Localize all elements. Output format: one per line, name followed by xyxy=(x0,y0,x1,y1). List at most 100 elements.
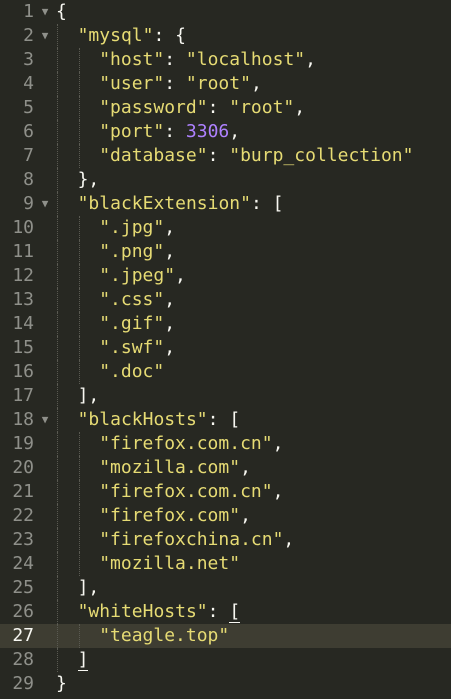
fold-arrow-icon[interactable]: ▼ xyxy=(39,408,51,432)
indent-guide xyxy=(57,240,58,264)
string-token: ".jpg" xyxy=(99,217,165,238)
punctuation-token: , xyxy=(305,49,316,70)
code-editor[interactable]: 1 ▼{2 ▼ "mysql": {3 "host": "localhost", 4 "us… xyxy=(0,0,451,699)
indent-guide xyxy=(57,456,58,480)
indent-guide xyxy=(78,528,80,552)
line-number: 19 xyxy=(12,433,34,454)
line-number: 2 xyxy=(23,25,34,46)
punctuation-token: , xyxy=(283,529,295,550)
code-line[interactable]: 29} xyxy=(0,672,451,696)
code-line[interactable]: 23 "firefoxchina.cn", xyxy=(0,528,451,552)
indent-guide xyxy=(78,480,80,504)
line-number: 9 xyxy=(23,193,34,214)
code-line[interactable]: 25], xyxy=(0,576,451,600)
indent-guide xyxy=(57,312,58,336)
code-line[interactable]: 17], xyxy=(0,384,451,408)
punctuation-token: } xyxy=(56,673,67,694)
code-line[interactable]: 21 "firefox.com.cn", xyxy=(0,480,451,504)
punctuation-token: : xyxy=(207,145,230,166)
code-line[interactable]: 16 ".doc" xyxy=(0,360,451,384)
code-line[interactable]: 18 ▼ "blackHosts": [ xyxy=(0,408,451,432)
string-token: "localhost" xyxy=(185,49,306,70)
punctuation-token: ], xyxy=(77,577,100,598)
code-line[interactable]: 7 "database": "burp_collection" xyxy=(0,144,451,168)
code-line[interactable]: 20 "mozilla.com", xyxy=(0,456,451,480)
indent-guide xyxy=(57,528,58,552)
line-number: 24 xyxy=(12,553,34,574)
punctuation-token: , xyxy=(229,121,241,142)
code-text: ".gif", xyxy=(99,312,175,336)
code-line[interactable]: 5 "password": "root", xyxy=(0,96,451,120)
line-number: 26 xyxy=(12,601,34,622)
punctuation-token: , xyxy=(164,337,176,358)
code-line[interactable]: 9 ▼ "blackExtension": [ xyxy=(0,192,451,216)
string-token: "blackExtension" xyxy=(77,193,251,214)
indent-guide xyxy=(78,96,80,120)
code-line[interactable]: 6 "port": 3306, xyxy=(0,120,451,144)
punctuation-token: ], xyxy=(77,385,100,406)
punctuation-token: { xyxy=(56,1,67,22)
fold-arrow-icon[interactable]: ▼ xyxy=(39,192,51,216)
code-line[interactable]: 3 "host": "localhost", xyxy=(0,48,451,72)
code-text: "mysql": { xyxy=(78,24,186,48)
line-number: 16 xyxy=(12,361,34,382)
code-text: "firefox.com", xyxy=(99,504,251,528)
code-text: "database": "burp_collection" xyxy=(99,144,413,168)
code-text: ".doc" xyxy=(99,360,164,384)
line-number: 12 xyxy=(12,265,34,286)
string-token: "root" xyxy=(185,73,251,94)
code-line[interactable]: 12 ".jpeg", xyxy=(0,264,451,288)
indent-guide xyxy=(57,264,58,288)
punctuation-token: , xyxy=(272,481,284,502)
code-line[interactable]: 11 ".png", xyxy=(0,240,451,264)
punctuation-token: : xyxy=(207,97,230,118)
string-token: "user" xyxy=(99,73,165,94)
code-line[interactable]: 13 ".css", xyxy=(0,288,451,312)
code-line[interactable]: 27 "teagle.top" xyxy=(0,624,451,648)
code-line[interactable]: 8}, xyxy=(0,168,451,192)
line-number: 23 xyxy=(12,529,34,550)
string-token: "burp_collection" xyxy=(229,145,414,166)
code-text: "firefox.com.cn", xyxy=(99,480,283,504)
line-number: 15 xyxy=(12,337,34,358)
fold-arrow-icon[interactable]: ▼ xyxy=(39,0,51,24)
code-text: ".png", xyxy=(99,240,175,264)
code-line[interactable]: 14 ".gif", xyxy=(0,312,451,336)
code-line[interactable]: 2 ▼ "mysql": { xyxy=(0,24,451,48)
line-number: 4 xyxy=(23,73,34,94)
indent-guide xyxy=(57,72,58,96)
code-line[interactable]: 4 "user": "root", xyxy=(0,72,451,96)
code-text: "whiteHosts": [ xyxy=(78,600,241,624)
code-text: ] xyxy=(77,648,89,672)
line-number: 11 xyxy=(12,241,34,262)
code-line[interactable]: 15 ".swf", xyxy=(0,336,451,360)
string-token: "whiteHosts" xyxy=(77,601,208,622)
line-number: 28 xyxy=(12,649,34,670)
code-text: ".jpg", xyxy=(99,216,175,240)
punctuation-token: }, xyxy=(77,169,100,190)
indent-guide xyxy=(57,504,58,528)
indent-guide xyxy=(78,216,80,240)
indent-guide xyxy=(57,120,58,144)
indent-guide xyxy=(57,216,58,240)
string-token: "mysql" xyxy=(77,25,154,46)
code-line[interactable]: 1 ▼{ xyxy=(0,0,451,24)
punctuation-token: , xyxy=(294,97,306,118)
code-line[interactable]: 19 "firefox.com.cn", xyxy=(0,432,451,456)
indent-guide xyxy=(57,360,58,384)
string-token: "database" xyxy=(99,145,208,166)
punctuation-token: , xyxy=(272,433,284,454)
punctuation-token: : { xyxy=(153,25,186,46)
code-line[interactable]: 24 "mozilla.net" xyxy=(0,552,451,576)
punctuation-token: : xyxy=(164,49,186,70)
fold-arrow-icon[interactable]: ▼ xyxy=(39,24,51,48)
code-line[interactable]: 22 "firefox.com", xyxy=(0,504,451,528)
code-line[interactable]: 10 ".jpg", xyxy=(0,216,451,240)
code-line[interactable]: 26 "whiteHosts": [ xyxy=(0,600,451,624)
punctuation-token: : xyxy=(164,73,186,94)
string-token: "firefox.com" xyxy=(99,505,241,526)
code-text: "user": "root", xyxy=(99,72,262,96)
code-line[interactable]: 28] xyxy=(0,648,451,672)
indent-guide xyxy=(57,24,58,48)
string-token: "password" xyxy=(99,97,208,118)
